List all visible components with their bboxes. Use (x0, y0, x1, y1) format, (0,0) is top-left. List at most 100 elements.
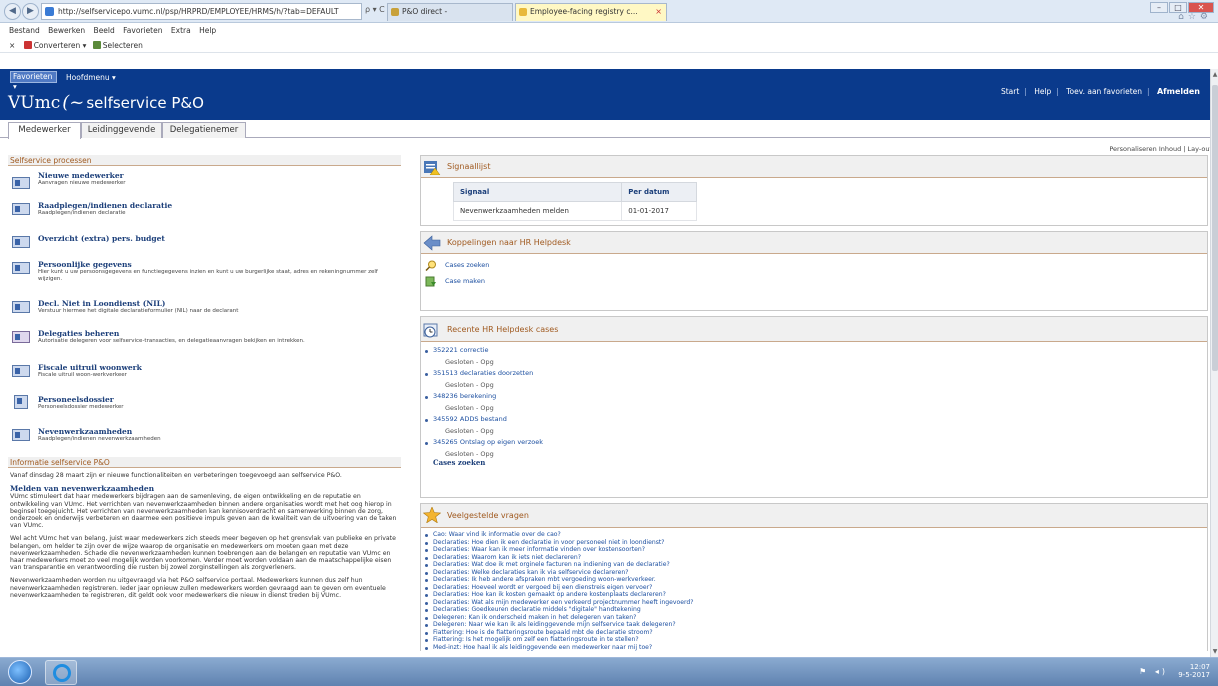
faq-item[interactable]: Declaraties: Goedkeuren declaratie midde… (425, 606, 1207, 614)
convert-dropdown-icon[interactable]: ▾ (83, 41, 87, 50)
internet-explorer-taskbar-button[interactable] (45, 660, 77, 685)
faq-item[interactable]: Delegeren: Naar wie kan ik als leidingge… (425, 621, 1207, 629)
faq-item[interactable]: Declaraties: Hoe kan ik kosten gemaakt o… (425, 591, 1207, 599)
select-button[interactable]: Selecteren (103, 41, 143, 50)
browser-menubar: Bestand Bewerken Beeld Favorieten Extra … (0, 24, 1218, 38)
tab-medewerker[interactable]: Medewerker (8, 122, 81, 139)
page-scrollbar[interactable]: ▲ ▼ (1210, 69, 1218, 657)
address-text: http://selfservicepo.vumc.nl/psp/HRPRD/E… (58, 7, 339, 16)
signal-cell[interactable]: Nevenwerkzaamheden melden (452, 201, 623, 221)
tab-leidinggevende[interactable]: Leidinggevende (81, 122, 162, 138)
system-clock[interactable]: 12:07 9-5-2017 (1178, 663, 1210, 679)
case-status: Gesloten - Opg (445, 358, 494, 366)
header-links: Start | Help | Toev. aan favorieten | Afmel… (1000, 87, 1200, 96)
faq-item[interactable]: Declaraties: Waar kan ik meer informatie… (425, 546, 1207, 554)
case-list: 352221 correctie Gesloten - Opg 351513 d… (421, 342, 1207, 469)
browser-tab-po-direct[interactable]: P&O direct - (387, 3, 513, 21)
tab-label: P&O direct - (402, 7, 448, 16)
process-title[interactable]: Decl. Niet in Loondienst (NIL) (38, 293, 401, 308)
scroll-up-icon[interactable]: ▲ (1211, 71, 1218, 78)
process-title[interactable]: Overzicht (extra) pers. budget (38, 228, 401, 243)
process-subtitle: Personeelsdossier medewerker (38, 404, 124, 410)
case-link[interactable]: 352221 correctie (433, 346, 1207, 354)
process-subtitle: Verstuur hiermee het digitale declaratie… (38, 308, 239, 314)
process-nevenwerkzaamheden[interactable]: Nevenwerkzaamheden Raadplegen/indienen n… (8, 421, 401, 455)
menu-extra[interactable]: Extra (171, 26, 191, 35)
minimize-icon[interactable]: – (1150, 2, 1168, 13)
process-title[interactable]: Persoonlijke gegevens (38, 254, 401, 269)
process-title[interactable]: Raadplegen/indienen declaratie (38, 195, 401, 210)
process-personeelsdossier[interactable]: Personeelsdossier Personeelsdossier mede… (8, 389, 401, 421)
scroll-down-icon[interactable]: ▼ (1211, 648, 1218, 655)
convert-button[interactable]: Converteren (34, 41, 81, 50)
list-item: 352221 correctie Gesloten - Opg (425, 346, 1207, 369)
process-title[interactable]: Fiscale uitruil woonwerk (38, 357, 401, 372)
signaallijst-title: Signaallijst (421, 156, 1207, 178)
process-title[interactable]: Nevenwerkzaamheden (38, 421, 401, 436)
case-link[interactable]: 345592 ADDS bestand (433, 415, 1207, 423)
tab-close-icon[interactable]: × (655, 4, 662, 20)
faq-item[interactable]: Declaraties: Hoeveel wordt er vergoed bi… (425, 584, 1207, 592)
faq-item[interactable]: Declaraties: Waarom kan ik iets niet dec… (425, 554, 1207, 562)
pdf-convert-icon (23, 41, 32, 49)
faq-item[interactable]: Delegeren: Kan ik onderscheid maken in h… (425, 614, 1207, 622)
cases-search-link[interactable]: Cases zoeken (421, 259, 1207, 271)
faq-item[interactable]: Declaraties: Wat als mijn medewerker een… (425, 599, 1207, 607)
case-link[interactable]: 351513 declaraties doorzetten (433, 369, 1207, 377)
process-subtitle: Raadplegen/indienen declaratie (38, 210, 126, 216)
process-nil[interactable]: Decl. Niet in Loondienst (NIL) Verstuur … (8, 293, 401, 323)
browser-tab-employee-registry[interactable]: Employee-facing registry c... × (515, 3, 667, 21)
process-delegaties[interactable]: Delegaties beheren Autorisatie delegeren… (8, 323, 401, 357)
signaallijst-pagelet: Signaallijst Signaal Per datum Nevenwerk… (420, 155, 1208, 226)
main-menu[interactable]: Hoofdmenu ▾ (66, 70, 116, 86)
add-favorites-link[interactable]: Toev. aan favorieten (1066, 87, 1142, 96)
menu-bestand[interactable]: Bestand (9, 26, 40, 35)
help-link[interactable]: Help (1034, 87, 1051, 96)
search-icon (425, 260, 436, 271)
date-cell: 01-01-2017 (621, 201, 697, 221)
menu-bewerken[interactable]: Bewerken (48, 26, 85, 35)
process-nieuwe-medewerker[interactable]: Nieuwe medewerker Aanvragen nieuwe medew… (8, 169, 401, 195)
address-bar[interactable]: http://selfservicepo.vumc.nl/psp/HRPRD/E… (41, 3, 362, 20)
tab-delegatienemer[interactable]: Delegatienemer (162, 122, 246, 138)
personalize-links[interactable]: Personaliseren Inhoud | Lay-out (1109, 145, 1212, 153)
back-button[interactable]: ◀ (4, 3, 21, 20)
case-link[interactable]: 345265 Ontslag op eigen verzoek (433, 438, 1207, 446)
info-intro: Vanaf dinsdag 28 maart zijn er nieuwe fu… (10, 472, 342, 479)
menu-beeld[interactable]: Beeld (94, 26, 115, 35)
process-title[interactable]: Personeelsdossier (38, 389, 401, 404)
case-create-link[interactable]: Case maken (421, 275, 1207, 287)
menu-help[interactable]: Help (199, 26, 216, 35)
start-menu-icon[interactable] (8, 660, 32, 684)
case-link[interactable]: 348236 berekening (433, 392, 1207, 400)
faq-item[interactable]: Declaraties: Ik heb andere afspraken mbt… (425, 576, 1207, 584)
faq-item[interactable]: Cao: Waar vind ik informatie over de cao… (425, 531, 1207, 539)
menu-favorieten[interactable]: Favorieten (123, 26, 162, 35)
logout-link[interactable]: Afmelden (1157, 87, 1200, 96)
faq-item[interactable]: Declaraties: Welke declaraties kan ik vi… (425, 569, 1207, 577)
favorites-menu[interactable]: Favorieten ▾ (10, 71, 57, 91)
process-declaratie[interactable]: Raadplegen/indienen declaratie Raadplege… (8, 195, 401, 228)
faq-item[interactable]: Declaraties: Hoe dien ik een declaratie … (425, 539, 1207, 547)
left-column: Selfservice processen Nieuwe medewerker … (8, 155, 401, 680)
info-heading: Melden van nevenwerkzaamheden (10, 484, 155, 494)
table-row[interactable]: Nevenwerkzaamheden melden 01-01-2017 (452, 201, 697, 221)
tray-icons[interactable]: ⚑ ◂) (1139, 667, 1168, 676)
process-title[interactable]: Nieuwe medewerker (38, 169, 401, 180)
process-title[interactable]: Delegaties beheren (38, 323, 401, 338)
process-persoonlijke-gegevens[interactable]: Persoonlijke gegevens Hier kunt u uw per… (8, 254, 401, 293)
clock-date: 9-5-2017 (1178, 671, 1210, 679)
process-icon (12, 203, 30, 215)
commandbar-close-icon[interactable]: × (9, 41, 15, 50)
scrollbar-thumb[interactable] (1212, 85, 1218, 371)
address-search-refresh-icons[interactable]: ρ ▾ C (365, 5, 385, 14)
forward-button[interactable]: ▶ (22, 3, 39, 20)
faq-item[interactable]: Fiattering: Is het mogelijk om zelf een … (425, 636, 1207, 644)
start-link[interactable]: Start (1001, 87, 1019, 96)
process-budget[interactable]: Overzicht (extra) pers. budget (8, 228, 401, 254)
faq-item[interactable]: Fiattering: Hoe is de fiatteringsroute b… (425, 629, 1207, 637)
faq-item[interactable]: Med-inzt: Hoe haal ik als leidinggevende… (425, 644, 1207, 652)
home-star-gear-icons[interactable]: ⌂☆⚙ (1178, 12, 1212, 22)
process-fiscale-uitruil[interactable]: Fiscale uitruil woonwerk Fiscale uitruil… (8, 357, 401, 389)
faq-item[interactable]: Declaraties: Wat doe ik met orginele fac… (425, 561, 1207, 569)
